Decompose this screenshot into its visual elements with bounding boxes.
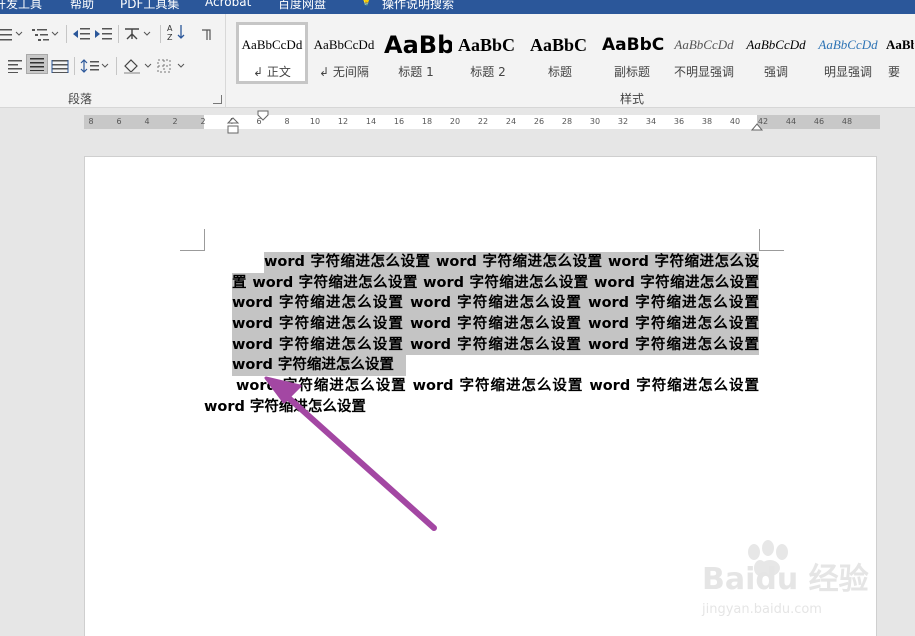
baidu-watermark: Baidu 经验 jingyan.baidu.com [700, 540, 900, 630]
watermark-brand: Baidu 经验 [702, 562, 869, 597]
watermark-url: jingyan.baidu.com [702, 602, 822, 617]
